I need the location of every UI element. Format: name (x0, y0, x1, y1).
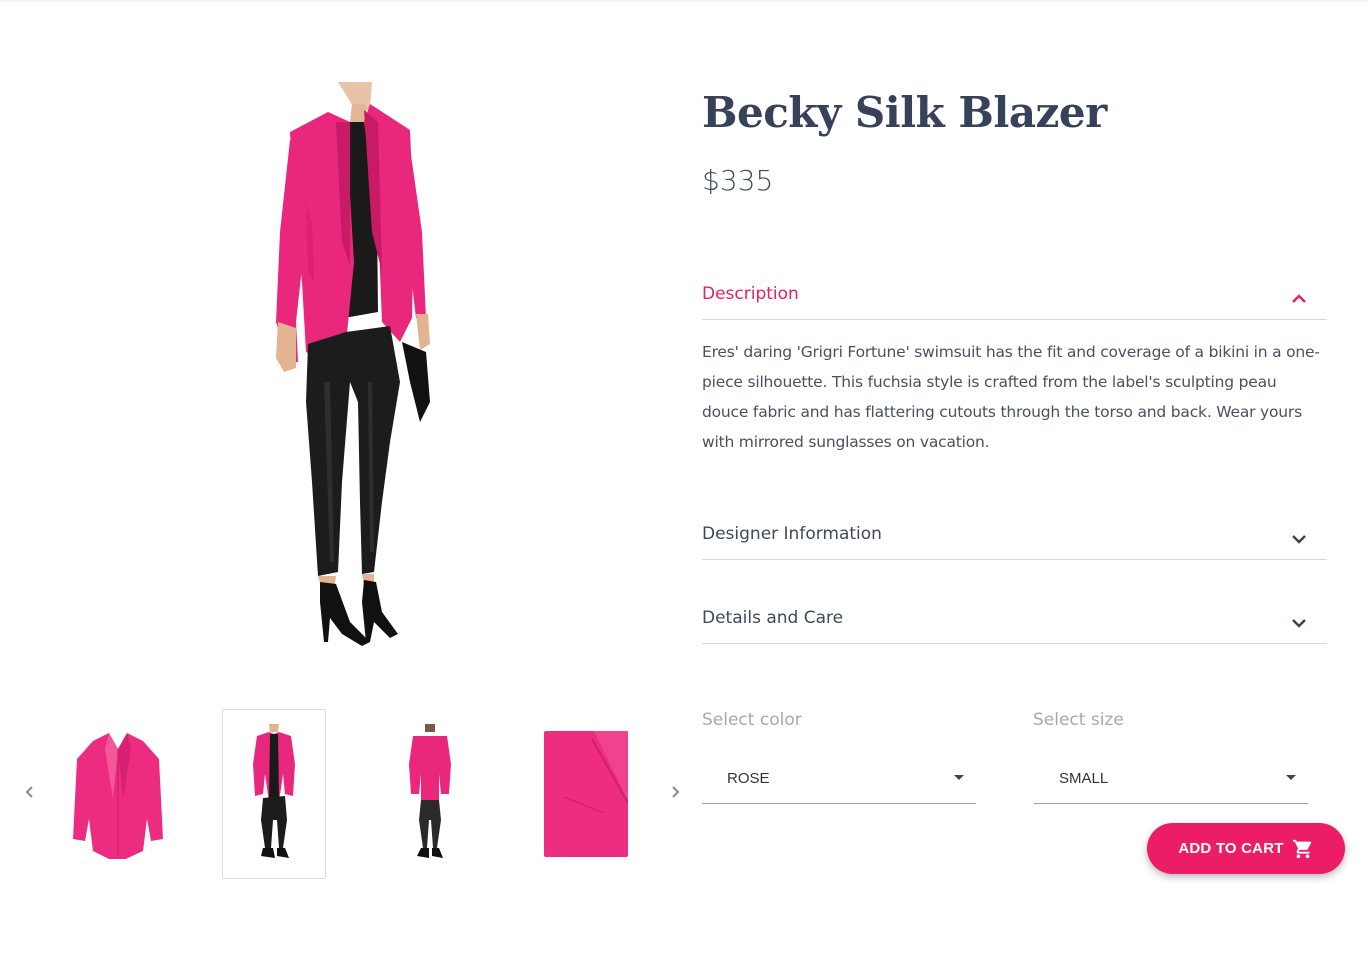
color-select-value: ROSE (727, 770, 770, 787)
product-main-image (250, 82, 450, 647)
dropdown-caret-icon (954, 775, 964, 780)
accordion-details-header[interactable]: Details and Care (702, 600, 1327, 644)
product-description-text: Eres' daring 'Grigri Fortune' swimsuit h… (702, 343, 1320, 451)
top-divider (0, 0, 1369, 3)
accordion-designer-header[interactable]: Designer Information (702, 516, 1327, 560)
chevron-left-icon (25, 786, 33, 798)
color-select[interactable]: ROSE (702, 756, 976, 804)
carousel-prev-button[interactable] (15, 777, 45, 807)
select-size-label: Select size (1033, 710, 1124, 730)
chevron-up-icon (1292, 294, 1306, 303)
chevron-right-icon (672, 786, 680, 798)
product-price: $335 (702, 164, 774, 197)
add-to-cart-label: ADD TO CART (1178, 840, 1284, 857)
chevron-down-icon (1292, 619, 1306, 628)
accordion-designer-label: Designer Information (702, 524, 882, 544)
chevron-down-icon (1292, 535, 1306, 544)
product-title: Becky Silk Blazer (702, 88, 1107, 137)
size-select-value: SMALL (1059, 770, 1109, 787)
carousel-next-button[interactable] (660, 777, 690, 807)
thumbnail-blazer-flat[interactable] (66, 709, 170, 879)
dropdown-caret-icon (1286, 775, 1296, 780)
accordion-description-label: Description (702, 284, 799, 304)
size-select[interactable]: SMALL (1034, 756, 1308, 804)
accordion-details-label: Details and Care (702, 608, 844, 628)
add-to-cart-button[interactable]: ADD TO CART (1147, 823, 1345, 874)
thumbnail-model-back[interactable] (378, 709, 482, 879)
thumbnail-model-front[interactable] (222, 709, 326, 879)
accordion-description-header[interactable]: Description (702, 276, 1327, 320)
thumbnail-fabric-closeup[interactable] (534, 709, 638, 879)
select-color-label: Select color (702, 710, 802, 730)
cart-icon (1292, 839, 1311, 858)
